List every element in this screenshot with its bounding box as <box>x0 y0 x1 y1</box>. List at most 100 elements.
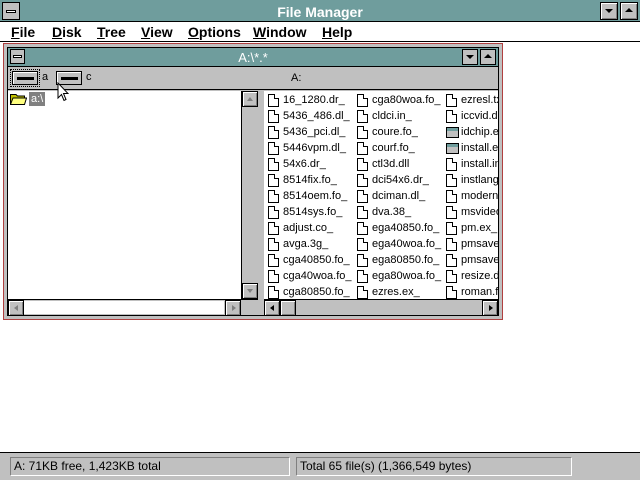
file-name: dva.38_ <box>372 206 412 218</box>
document-icon <box>446 190 457 203</box>
child-maximize-button[interactable] <box>480 49 496 65</box>
menu-file[interactable]: File <box>11 24 35 40</box>
maximize-icon <box>484 54 492 58</box>
document-icon <box>268 174 279 187</box>
document-icon <box>357 142 368 155</box>
file-scroll-left-button[interactable] <box>264 300 280 316</box>
document-icon <box>268 94 279 107</box>
scroll-left-button[interactable] <box>8 300 24 316</box>
document-icon <box>357 270 368 283</box>
maximize-button[interactable] <box>620 2 638 20</box>
file-list-pane[interactable]: 16_1280.dr_ 5436_486.dl_ 5436_pci.dl_ 5446v… <box>264 91 498 299</box>
arrow-up-icon <box>247 97 253 101</box>
app-title: File Manager <box>277 4 363 20</box>
file-name: ega80850.fo_ <box>372 254 440 266</box>
file-name: cldci.in_ <box>372 110 412 122</box>
document-icon <box>268 206 279 219</box>
document-icon <box>268 110 279 123</box>
file-name: ctl3d.dll <box>372 158 410 170</box>
document-icon <box>268 254 279 267</box>
menu-disk[interactable]: Disk <box>52 24 82 40</box>
document-icon <box>446 286 457 299</box>
file-manager-app: File Manager File Disk Tree View Options… <box>0 0 640 480</box>
document-icon <box>446 158 457 171</box>
menu-options[interactable]: Options <box>188 24 241 40</box>
file-horizontal-scrollbar[interactable] <box>264 299 498 316</box>
child-minimize-button[interactable] <box>462 49 478 65</box>
document-icon <box>446 174 457 187</box>
document-icon <box>268 126 279 139</box>
minimize-icon <box>466 55 474 59</box>
menu-window[interactable]: Window <box>253 24 307 40</box>
arrow-right-icon <box>232 305 236 311</box>
file-name: pmsaver <box>461 254 498 266</box>
file-name: cga80woa.fo_ <box>372 94 441 106</box>
file-name: dci54x6.dr_ <box>372 174 429 186</box>
application-icon <box>446 143 459 154</box>
file-name: modern.f <box>461 190 498 202</box>
file-name: cga80850.fo_ <box>283 286 350 298</box>
file-name: iccvid.dr <box>461 110 498 122</box>
scroll-down-button[interactable] <box>242 283 258 299</box>
arrow-down-icon <box>247 289 253 293</box>
scroll-right-button[interactable] <box>225 300 241 316</box>
maximize-icon <box>625 8 633 12</box>
document-icon <box>268 238 279 251</box>
menu-bar: File Disk Tree View Options Window Help <box>0 22 640 42</box>
status-bar: A: 71KB free, 1,423KB total Total 65 fil… <box>0 452 640 480</box>
document-icon <box>357 238 368 251</box>
minimize-button[interactable] <box>600 2 618 20</box>
document-icon <box>357 206 368 219</box>
file-name: 5446vpm.dl_ <box>283 142 346 154</box>
directory-tree-pane[interactable]: a:\ <box>8 91 258 316</box>
volume-label: A: <box>291 72 302 84</box>
file-name: courf.fo_ <box>372 142 415 154</box>
directory-window-title: A:\*.* <box>238 50 268 65</box>
document-icon <box>357 158 368 171</box>
document-icon <box>446 238 457 251</box>
document-icon <box>357 110 368 123</box>
file-name: dciman.dl_ <box>372 190 426 202</box>
file-scroll-thumb[interactable] <box>280 300 296 316</box>
menu-view[interactable]: View <box>141 24 173 40</box>
document-icon <box>268 222 279 235</box>
scroll-up-button[interactable] <box>242 91 258 107</box>
file-name: 8514oem.fo_ <box>283 190 348 202</box>
file-name: instlang. <box>461 174 498 186</box>
drive-c-label: c <box>86 71 92 83</box>
file-name: 5436_486.dl_ <box>283 110 350 122</box>
document-icon <box>446 94 457 107</box>
tree-vertical-scrollbar[interactable] <box>241 91 258 299</box>
file-name: ega40woa.fo_ <box>372 238 442 250</box>
document-icon <box>357 94 368 107</box>
document-icon <box>268 270 279 283</box>
document-icon <box>446 254 457 267</box>
file-name: 8514fix.fo_ <box>283 174 337 186</box>
mouse-pointer-icon <box>57 82 69 102</box>
file-name: pm.ex_ <box>461 222 498 234</box>
directory-window-title-bar[interactable]: A:\*.* <box>8 48 498 67</box>
file-name: pmsaver <box>461 238 498 250</box>
main-title-bar[interactable]: File Manager <box>0 0 640 22</box>
tree-hscroll-track[interactable] <box>24 301 224 314</box>
document-icon <box>268 286 279 299</box>
file-scroll-right-button[interactable] <box>482 300 498 316</box>
file-name: msvideo <box>461 206 498 218</box>
minimize-icon <box>605 9 613 13</box>
tree-root-label: a:\ <box>29 92 46 106</box>
arrow-left-icon <box>14 305 18 311</box>
file-name: 16_1280.dr_ <box>283 94 345 106</box>
floppy-drive-icon <box>10 69 40 87</box>
menu-tree[interactable]: Tree <box>97 24 126 40</box>
menu-help[interactable]: Help <box>322 24 352 40</box>
document-icon <box>268 142 279 155</box>
file-name: adjust.co_ <box>283 222 334 234</box>
file-name: cga40woa.fo_ <box>283 270 352 282</box>
application-icon <box>446 127 459 138</box>
document-icon <box>357 190 368 203</box>
file-name: ega40850.fo_ <box>372 222 440 234</box>
arrow-left-icon <box>270 305 274 311</box>
tree-horizontal-scrollbar[interactable] <box>8 299 258 316</box>
arrow-right-icon <box>489 305 493 311</box>
file-name: coure.fo_ <box>372 126 418 138</box>
